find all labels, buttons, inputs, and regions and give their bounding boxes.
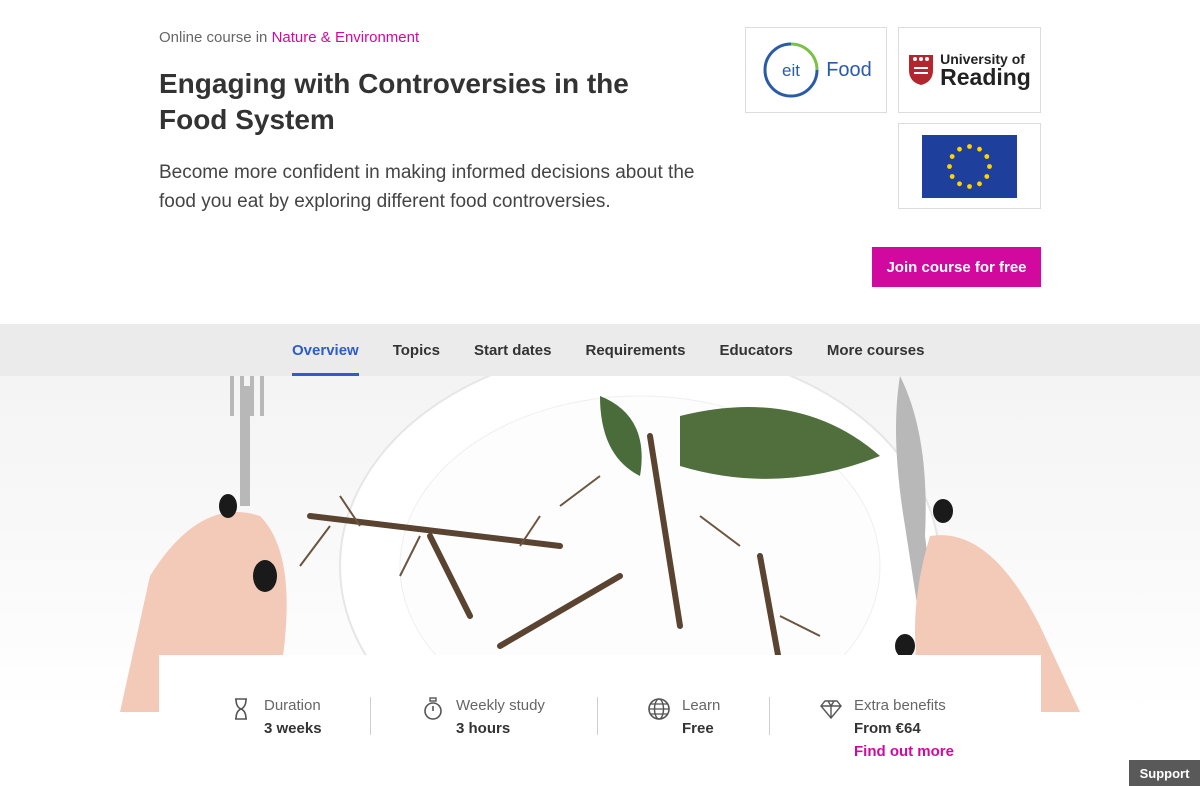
eu-star xyxy=(957,180,962,186)
tab-topics[interactable]: Topics xyxy=(393,324,440,376)
tab-more-courses[interactable]: More courses xyxy=(827,324,925,376)
course-category: Online course in Nature & Environment xyxy=(159,29,419,46)
nav-tabs: Overview Topics Start dates Requirements Edu… xyxy=(292,324,924,376)
support-button[interactable]: Support xyxy=(1129,760,1200,786)
info-divider xyxy=(769,697,770,735)
eu-star xyxy=(957,146,962,152)
eu-star xyxy=(984,173,990,179)
eu-star xyxy=(984,153,990,159)
eit-logo-icon: eit xyxy=(763,42,819,98)
info-divider xyxy=(370,697,371,735)
eu-star xyxy=(949,153,955,159)
university-of-reading-logo[interactable]: University of Reading xyxy=(898,27,1041,113)
eu-star xyxy=(977,180,982,186)
tab-start-dates[interactable]: Start dates xyxy=(474,324,552,376)
reading-big-text: Reading xyxy=(940,63,1031,90)
globe-icon xyxy=(648,698,670,720)
category-prefix: Online course in xyxy=(159,29,268,46)
stopwatch-icon xyxy=(424,697,442,720)
tab-overview[interactable]: Overview xyxy=(292,324,359,376)
course-info-card: Duration 3 weeks Weekly study 3 hours Le… xyxy=(159,655,1041,786)
eu-star xyxy=(967,183,972,189)
extra-benefits-label: Extra benefits xyxy=(854,697,946,714)
learn-item: Learn Free xyxy=(647,697,720,737)
tab-requirements[interactable]: Requirements xyxy=(585,324,685,376)
eu-star xyxy=(987,163,992,169)
eu-flag-logo[interactable] xyxy=(898,123,1041,209)
course-header: Online course in Nature & Environment En… xyxy=(0,0,1200,324)
eu-star xyxy=(947,163,952,169)
extra-benefits-item: Extra benefits From €64 Find out more xyxy=(819,697,954,760)
weekly-study-value: 3 hours xyxy=(456,720,511,737)
join-course-button[interactable]: Join course for free xyxy=(872,247,1041,287)
weekly-study-item: Weekly study 3 hours xyxy=(421,697,545,737)
info-divider xyxy=(597,697,598,735)
eu-star xyxy=(967,143,972,149)
page-title: Engaging with Controversies in the Food … xyxy=(159,68,629,135)
eu-star xyxy=(977,146,982,152)
eu-star xyxy=(949,173,955,179)
reading-crest-icon xyxy=(909,55,934,85)
category-link[interactable]: Nature & Environment xyxy=(272,29,420,46)
tab-educators[interactable]: Educators xyxy=(720,324,793,376)
hourglass-icon xyxy=(235,698,247,720)
course-nav: Overview Topics Start dates Requirements Edu… xyxy=(0,324,1200,376)
extra-benefits-value: From €64 xyxy=(854,720,921,737)
duration-item: Duration 3 weeks xyxy=(229,697,322,737)
find-out-more-link[interactable]: Find out more xyxy=(854,743,954,760)
duration-label: Duration xyxy=(264,697,321,714)
weekly-study-label: Weekly study xyxy=(456,697,545,714)
eu-flag-icon xyxy=(922,134,1017,198)
diamond-icon xyxy=(820,700,842,720)
learn-label: Learn xyxy=(682,697,721,714)
learn-value: Free xyxy=(682,720,714,737)
eit-food-logo[interactable]: eit Food xyxy=(745,27,887,113)
course-description: Become more confident in making informed… xyxy=(159,162,695,212)
duration-value: 3 weeks xyxy=(264,720,322,737)
eit-mark-text: eit xyxy=(782,61,800,80)
eit-food-text: Food xyxy=(826,58,872,81)
